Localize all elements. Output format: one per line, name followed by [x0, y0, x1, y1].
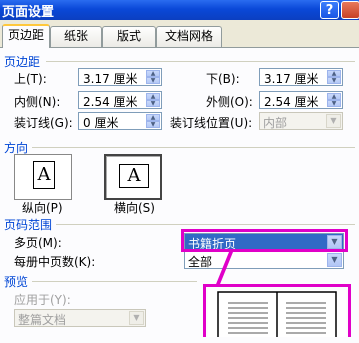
apply-to-select: 整篇文档 ▼ — [14, 309, 146, 327]
spin-up-icon[interactable]: ▲ — [146, 114, 160, 121]
tab-layout[interactable]: 版式 — [102, 26, 156, 47]
portrait-page-icon: A — [33, 161, 55, 189]
window-title: 页面设置 — [2, 5, 55, 20]
spin-up-icon[interactable]: ▲ — [327, 70, 341, 77]
gutter-label: 装订线(G): — [14, 116, 73, 130]
pages-section-title: 页码范围 — [4, 218, 53, 232]
landscape-button[interactable]: A — [104, 154, 162, 200]
gutter-value: 0 厘米 — [83, 116, 119, 130]
bottom-margin-label: 下(B): — [206, 72, 240, 86]
tab-margins[interactable]: 页边距 — [2, 24, 50, 48]
spin-down-icon[interactable]: ▼ — [146, 121, 160, 128]
tab-strip-bg — [0, 20, 359, 24]
inside-margin-value: 2.54 厘米 — [83, 95, 138, 109]
inside-margin-spinner[interactable]: 2.54 厘米 ▲ ▼ — [78, 91, 162, 109]
help-button[interactable]: ? — [320, 1, 339, 19]
bottom-margin-value: 3.17 厘米 — [264, 72, 319, 86]
chevron-down-icon: ▼ — [326, 114, 341, 128]
outside-margin-value: 2.54 厘米 — [264, 95, 319, 109]
landscape-page-icon: A — [119, 164, 149, 188]
portrait-label: 纵向(P) — [22, 201, 63, 215]
chevron-down-icon: ▼ — [129, 311, 144, 325]
highlight-box-multiple-pages — [181, 229, 348, 252]
portrait-button[interactable]: A — [14, 154, 72, 200]
spin-up-icon[interactable]: ▲ — [146, 70, 160, 77]
gutter-spinner[interactable]: 0 厘米 ▲ ▼ — [78, 112, 162, 130]
spin-down-icon[interactable]: ▼ — [146, 77, 160, 84]
apply-to-value: 整篇文档 — [18, 313, 67, 327]
inside-margin-label: 内侧(N): — [14, 95, 61, 109]
gutter-position-value: 内部 — [263, 116, 288, 130]
top-margin-value: 3.17 厘米 — [83, 72, 138, 86]
separator — [32, 147, 355, 148]
pages-per-booklet-label: 每册中页数(K): — [14, 255, 96, 269]
outside-margin-label: 外侧(O): — [206, 95, 253, 109]
multiple-pages-label: 多页(M): — [14, 236, 62, 250]
spin-up-icon[interactable]: ▲ — [327, 93, 341, 100]
margins-section-title: 页边距 — [4, 55, 41, 69]
close-button[interactable] — [341, 1, 359, 19]
separator — [56, 224, 355, 225]
pages-per-booklet-select[interactable]: 全部 ▼ — [184, 251, 344, 269]
top-margin-label: 上(T): — [14, 72, 47, 86]
landscape-label: 横向(S) — [114, 201, 155, 215]
spin-up-icon[interactable]: ▲ — [146, 93, 160, 100]
gutter-position-label: 装订线位置(U): — [170, 116, 253, 130]
tab-paper[interactable]: 纸张 — [50, 26, 102, 47]
tab-doc-grid[interactable]: 文档网格 — [156, 26, 222, 47]
pages-per-booklet-value: 全部 — [188, 255, 213, 269]
title-bar: 页面设置 ? — [0, 0, 359, 20]
spin-down-icon[interactable]: ▼ — [327, 100, 341, 107]
bottom-margin-spinner[interactable]: 3.17 厘米 ▲ ▼ — [259, 68, 343, 86]
gutter-position-select: 内部 ▼ — [259, 112, 343, 130]
outside-margin-spinner[interactable]: 2.54 厘米 ▲ ▼ — [259, 91, 343, 109]
spin-down-icon[interactable]: ▼ — [327, 77, 341, 84]
preview-section-title: 预览 — [4, 275, 29, 289]
top-margin-spinner[interactable]: 3.17 厘米 ▲ ▼ — [78, 68, 162, 86]
separator — [32, 281, 197, 282]
spin-down-icon[interactable]: ▼ — [146, 100, 160, 107]
apply-to-label: 应用于(Y): — [14, 293, 71, 307]
separator — [46, 61, 355, 62]
highlight-box-preview — [203, 284, 351, 337]
chevron-down-icon[interactable]: ▼ — [327, 253, 342, 267]
